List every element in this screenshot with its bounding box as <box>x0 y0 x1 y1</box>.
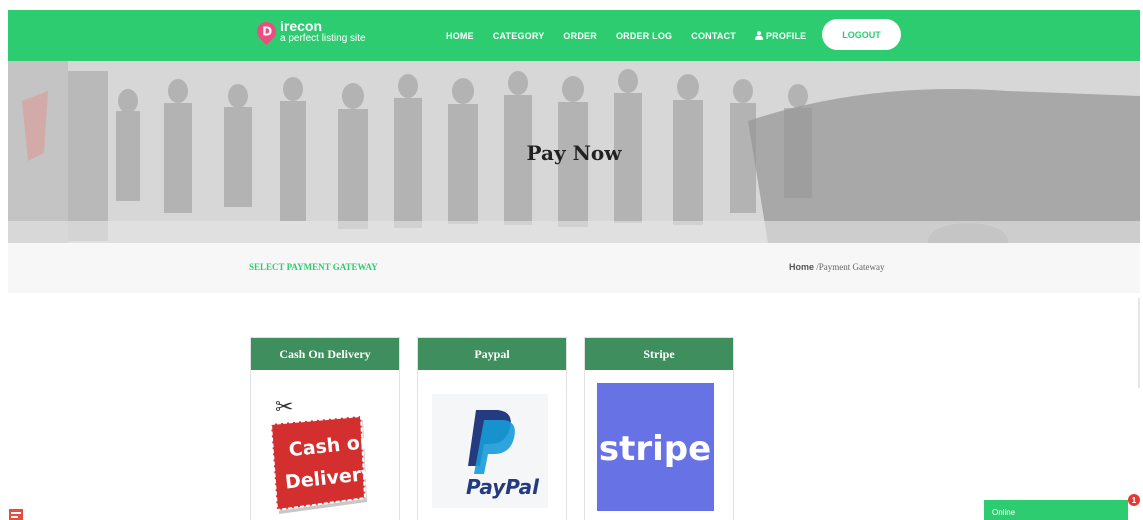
breadcrumb-home-link[interactable]: Home <box>789 262 814 272</box>
gateway-card-title[interactable]: Cash On Delivery <box>251 338 399 370</box>
live-chat-tab[interactable]: Online <box>984 500 1128 520</box>
logo-letter: D <box>261 24 272 39</box>
brand-tagline: a perfect listing site <box>280 33 366 44</box>
breadcrumb-bar: SELECT PAYMENT GATEWAY Home /Payment Gat… <box>8 243 1140 293</box>
scrollbar[interactable] <box>1138 298 1140 388</box>
section-title: SELECT PAYMENT GATEWAY <box>249 262 378 272</box>
gateway-card-title[interactable]: Stripe <box>585 338 733 370</box>
flag-icon[interactable] <box>9 509 23 520</box>
breadcrumb-current: Payment Gateway <box>818 262 885 272</box>
svg-text:✂: ✂ <box>275 395 293 420</box>
top-navbar: D irecon a perfect listing site HOME CAT… <box>8 10 1140 61</box>
nav-order[interactable]: ORDER <box>563 31 597 41</box>
chat-unread-badge: 1 <box>1128 494 1140 506</box>
page-title: Pay Now <box>526 141 622 165</box>
stripe-logo-text: stripe <box>599 429 711 469</box>
location-pin-icon: D <box>253 18 280 45</box>
nav-category[interactable]: CATEGORY <box>493 31 545 41</box>
nav-profile-label: PROFILE <box>765 30 807 41</box>
nav-contact[interactable]: CONTACT <box>691 31 736 41</box>
nav-home[interactable]: HOME <box>446 31 474 41</box>
stripe-logo[interactable]: stripe <box>585 370 733 520</box>
paypal-logo-text: PayPal <box>466 475 540 499</box>
nav-profile[interactable]: PROFILE <box>754 30 807 41</box>
gateway-card-paypal[interactable]: Paypal PayPal <box>417 337 567 520</box>
user-icon <box>754 31 763 40</box>
brand-name: irecon <box>280 18 323 34</box>
gateway-card-stripe[interactable]: Stripe stripe <box>584 337 734 520</box>
nav-order-log[interactable]: ORDER LOG <box>616 31 672 41</box>
paypal-logo[interactable]: PayPal <box>418 370 566 520</box>
cash-on-delivery-logo[interactable]: ✂ Cash on Delivery <box>251 370 399 520</box>
breadcrumb: Home /Payment Gateway <box>789 262 885 272</box>
gateway-card-cod[interactable]: Cash On Delivery ✂ Cash on Delivery <box>250 337 400 520</box>
logout-button[interactable]: LOGOUT <box>822 19 901 50</box>
brand-logo[interactable]: D irecon a perfect listing site <box>253 18 366 45</box>
gateway-card-title[interactable]: Paypal <box>418 338 566 370</box>
main-menu: HOME CATEGORY ORDER ORDER LOG CONTACT PR… <box>446 10 825 61</box>
hero-banner: Pay Now <box>8 61 1140 243</box>
